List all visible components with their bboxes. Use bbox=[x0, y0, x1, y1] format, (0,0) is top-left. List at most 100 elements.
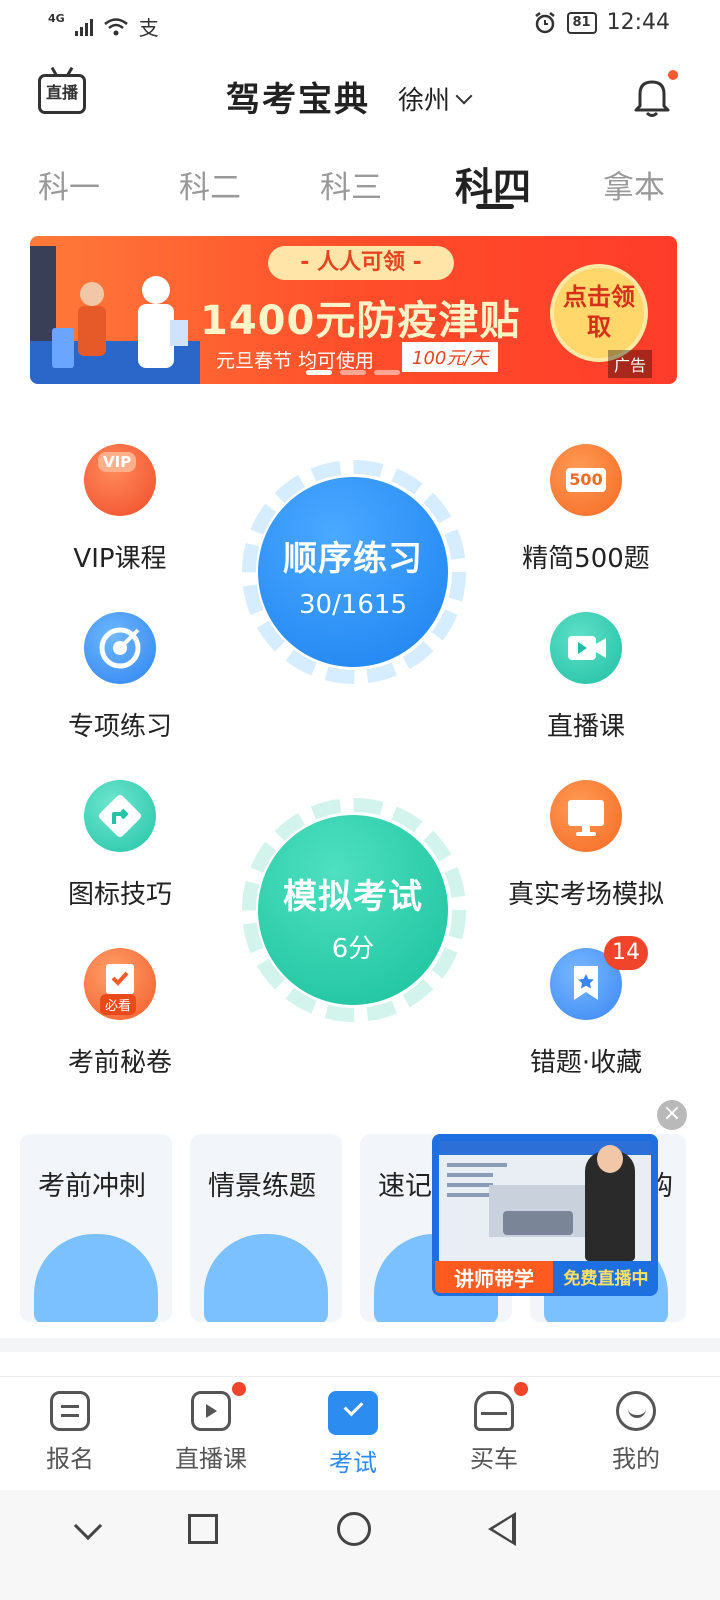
tab-subject-1[interactable]: 科一 bbox=[38, 162, 100, 207]
recents-icon[interactable] bbox=[188, 1514, 218, 1544]
banner-subtitle-tag: 100元/天 bbox=[402, 342, 499, 372]
ad-tag: 广告 bbox=[608, 350, 653, 378]
close-icon[interactable]: × bbox=[657, 1100, 687, 1130]
vip-course-label: VIP课程 bbox=[73, 544, 167, 574]
pedestrian-sign-illustration bbox=[204, 1234, 328, 1322]
secret-paper-entry[interactable]: 必看 考前秘卷 bbox=[20, 948, 220, 1079]
banner-subtitle: 元旦春节 均可使用 bbox=[216, 350, 375, 372]
live-course-label: 直播课 bbox=[546, 712, 625, 742]
wrong-count-badge: 14 bbox=[604, 936, 648, 970]
sign-tips-entry[interactable]: 图标技巧 bbox=[20, 780, 220, 911]
secret-paper-label: 考前秘卷 bbox=[67, 1048, 172, 1078]
tab-license[interactable]: 拿本 bbox=[603, 162, 665, 207]
teacher-figure bbox=[585, 1145, 635, 1261]
monitor-icon bbox=[550, 780, 622, 852]
nav-buy-car-label: 买车 bbox=[470, 1445, 518, 1473]
tab-subject-3[interactable]: 科三 bbox=[320, 162, 382, 207]
special-practice-label: 专项练习 bbox=[67, 712, 172, 742]
back-icon[interactable] bbox=[488, 1512, 516, 1546]
smile-icon bbox=[616, 1391, 656, 1431]
sprint-card-title: 考前冲刺 bbox=[38, 1171, 146, 1202]
mock-exam-title: 模拟考试 bbox=[283, 877, 423, 917]
sequential-practice-progress: 30/1615 bbox=[298, 590, 407, 620]
app-header: 直播 驾考宝典 徐州 bbox=[0, 60, 720, 130]
signal-icon bbox=[74, 18, 93, 36]
banner-pill: - 人人可领 - bbox=[268, 246, 454, 280]
tab-subject-2[interactable]: 科二 bbox=[179, 162, 241, 207]
quick-memo-card-title: 速记 bbox=[378, 1171, 432, 1202]
live-teaching-promo[interactable]: 讲师带学 免费直播中 bbox=[432, 1134, 658, 1296]
rocket-illustration bbox=[34, 1234, 158, 1322]
car-icon bbox=[474, 1391, 514, 1431]
nav-mine[interactable]: 我的 bbox=[586, 1391, 686, 1474]
nav-signup[interactable]: 报名 bbox=[20, 1391, 120, 1474]
tab-subject-4[interactable]: 科四 bbox=[455, 156, 531, 211]
vip-icon-text: VIP bbox=[98, 452, 137, 472]
battery-indicator: 81 bbox=[566, 11, 597, 34]
folder-check-icon bbox=[328, 1391, 378, 1435]
500-questions-icon: 500 bbox=[550, 444, 622, 516]
sprint-card[interactable]: 考前冲刺 bbox=[20, 1134, 172, 1322]
bell-icon[interactable] bbox=[632, 74, 672, 118]
city-label: 徐州 bbox=[398, 86, 451, 116]
tv-icon bbox=[191, 1391, 231, 1431]
app-title: 驾考宝典 bbox=[226, 80, 370, 120]
notification-dot bbox=[668, 70, 678, 80]
special-practice-entry[interactable]: 专项练习 bbox=[20, 612, 220, 743]
scenario-card[interactable]: 情景练题 bbox=[190, 1134, 342, 1322]
scenario-card-title: 情景练题 bbox=[208, 1171, 316, 1202]
mock-exam-button[interactable]: 模拟考试 6分 bbox=[258, 815, 448, 1005]
real-exam-sim-label: 真实考场模拟 bbox=[507, 880, 664, 910]
live-course-entry[interactable]: 直播课 bbox=[486, 612, 686, 743]
system-nav-bar bbox=[0, 1490, 720, 1600]
network-type: 4G bbox=[48, 12, 65, 25]
nav-buy-car[interactable]: 买车 bbox=[444, 1391, 544, 1474]
vip-course-entry[interactable]: VIP VIP课程 bbox=[20, 444, 220, 575]
500-icon-text: 500 bbox=[566, 468, 606, 492]
pay-icon: 支 bbox=[138, 16, 159, 40]
banner-dot[interactable] bbox=[374, 370, 400, 375]
nav-live-label: 直播课 bbox=[175, 1445, 247, 1473]
subject-tabs: 科一 科二 科三 科四 拿本 bbox=[0, 150, 720, 220]
section-divider bbox=[0, 1338, 720, 1352]
clock: 12:44 bbox=[606, 10, 670, 35]
wrong-favorites-label: 错题·收藏 bbox=[529, 1048, 643, 1078]
banner-dot[interactable] bbox=[340, 370, 366, 375]
live-tv-icon[interactable]: 直播 bbox=[38, 74, 86, 114]
nav-signup-label: 报名 bbox=[46, 1445, 94, 1473]
simplified-500-label: 精简500题 bbox=[522, 544, 650, 574]
home-icon[interactable] bbox=[337, 1512, 371, 1546]
secret-icon-text: 必看 bbox=[100, 994, 137, 1015]
chevron-down-icon bbox=[455, 87, 473, 104]
sequential-practice-button[interactable]: 顺序练习 30/1615 bbox=[258, 477, 448, 667]
live-nav-dot bbox=[232, 1382, 246, 1396]
nav-exam-label: 考试 bbox=[329, 1449, 377, 1477]
promo-banner[interactable]: - 人人可领 - 1400元防疫津贴 元旦春节 均可使用 100元/天 点击领取… bbox=[30, 236, 677, 384]
vip-icon: VIP bbox=[84, 444, 156, 516]
active-tab-indicator bbox=[476, 204, 514, 209]
target-icon bbox=[84, 612, 156, 684]
status-bar: 4G 支 81 12:44 bbox=[0, 0, 720, 48]
nav-mine-label: 我的 bbox=[612, 1445, 660, 1473]
clipboard-icon: 必看 bbox=[84, 948, 156, 1020]
buy-car-nav-dot bbox=[514, 1382, 528, 1396]
nav-live[interactable]: 直播课 bbox=[161, 1391, 261, 1474]
chevron-down-icon[interactable] bbox=[73, 1511, 103, 1541]
form-icon bbox=[50, 1391, 90, 1431]
bottom-nav: 报名 直播课 考试 买车 我的 bbox=[0, 1376, 720, 1488]
wifi-icon bbox=[103, 17, 128, 35]
city-selector[interactable]: 徐州 bbox=[398, 80, 473, 117]
banner-headline: 1400元防疫津贴 bbox=[200, 298, 521, 344]
banner-dot-active[interactable] bbox=[306, 370, 332, 375]
nav-exam[interactable]: 考试 bbox=[303, 1391, 403, 1478]
simplified-500-entry[interactable]: 500 精简500题 bbox=[486, 444, 686, 575]
video-camera-icon bbox=[550, 612, 622, 684]
promo-teacher-label: 讲师带学 bbox=[435, 1261, 553, 1293]
wrong-favorites-entry[interactable]: 错题·收藏 bbox=[486, 948, 686, 1079]
banner-illustration bbox=[30, 246, 200, 384]
alarm-icon bbox=[534, 11, 555, 33]
sign-tips-label: 图标技巧 bbox=[67, 880, 172, 910]
real-exam-sim-entry[interactable]: 真实考场模拟 bbox=[486, 780, 686, 911]
claim-button[interactable]: 点击领取 bbox=[550, 264, 648, 362]
mock-exam-score: 6分 bbox=[331, 934, 375, 964]
